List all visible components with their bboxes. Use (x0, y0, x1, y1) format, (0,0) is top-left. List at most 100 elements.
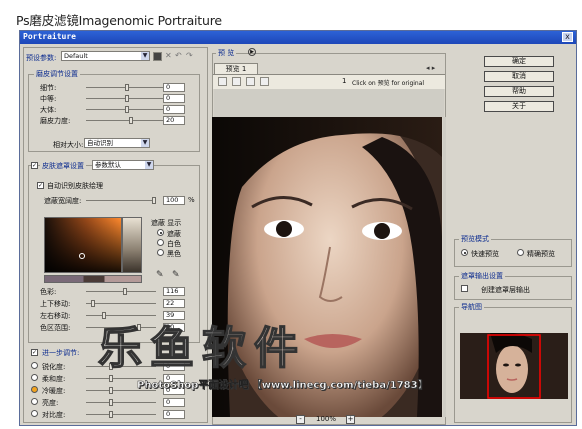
detail-row-slider-thumb[interactable] (129, 117, 133, 124)
enhance-row-value[interactable]: 0 (163, 398, 185, 407)
detail-row-slider-thumb[interactable] (124, 84, 129, 91)
latitude-label: 遮蔽宽阔度: (44, 197, 82, 205)
color-row-label: 上下移动: (40, 300, 71, 308)
mask-group-label: 皮肤遮罩设置 (40, 161, 86, 171)
watermark-url: PhotoShop平面设计吧 【www.linecg.com/tieba/178… (137, 380, 428, 391)
color-field[interactable] (44, 217, 122, 273)
enhance-row-label: 锐化度: (42, 363, 66, 371)
detail-row-value[interactable]: 20 (163, 116, 185, 125)
redo-icon[interactable]: ↷ (186, 51, 193, 60)
enhance-row-icon-2 (31, 386, 38, 393)
accurate-preview-label: 精确预览 (527, 250, 555, 258)
preview-group-label: 预 览 (216, 48, 237, 58)
eyedropper-icon[interactable]: ✎ (156, 270, 164, 280)
color-row-value[interactable]: 22 (163, 299, 185, 308)
latitude-value[interactable]: 100 (163, 196, 185, 205)
fast-preview-radio[interactable] (461, 249, 468, 256)
title-bar: Portraiture x (20, 31, 576, 44)
mask-view-icon[interactable] (260, 77, 269, 86)
play-icon[interactable]: ▶ (248, 48, 256, 56)
enhance-row-slider[interactable] (86, 414, 156, 415)
enhance-row-slider-thumb[interactable] (108, 375, 113, 382)
navigator-thumbnail[interactable] (460, 333, 568, 399)
navigator-label: 导航图 (459, 302, 484, 312)
mask-preview-radio[interactable] (157, 239, 164, 246)
preset-select[interactable]: Default ▼ (61, 51, 150, 61)
color-row-slider-thumb[interactable] (91, 300, 95, 307)
detail-row-slider-thumb[interactable] (124, 95, 129, 102)
color-row-label: 左右移动: (40, 312, 71, 320)
preview-hint: Click on 预览 for original (352, 80, 425, 87)
enhance-label: 进一步调节: (40, 348, 82, 358)
enhance-row-label: 冷暖度: (42, 387, 66, 395)
enhance-row-icon-1 (31, 374, 38, 381)
zoom-level: 100% (316, 415, 337, 423)
chevron-down-icon: ▼ (141, 139, 149, 147)
detail-row-slider-thumb[interactable] (124, 106, 129, 113)
preview-bg (214, 89, 444, 117)
save-icon[interactable] (153, 52, 162, 61)
color-row-slider[interactable] (86, 303, 156, 304)
enhance-row-icon-4 (31, 410, 38, 417)
color-row-label: 色区范围: (40, 324, 71, 332)
enhance-row-icon-3 (31, 398, 38, 405)
mask-preview-option: 遮蔽 (167, 230, 181, 238)
zoom-in-button[interactable]: + (346, 415, 355, 424)
dialog-button-2[interactable]: 帮助 (484, 86, 554, 97)
color-row-slider[interactable] (86, 291, 156, 292)
preview-mode-label: 预览模式 (459, 234, 491, 244)
enhance-row-slider-thumb[interactable] (108, 399, 113, 406)
split-vertical-icon[interactable] (246, 77, 255, 86)
latitude-slider[interactable] (86, 200, 156, 201)
chevron-down-icon: ▼ (145, 161, 153, 169)
enhance-row-slider-thumb[interactable] (108, 411, 113, 418)
tab-preview-1[interactable]: 预览 1 (214, 63, 258, 74)
mask-preset-value: 参数默认 (95, 161, 121, 169)
enhance-row-icon-0 (31, 362, 38, 369)
eyedropper-plus-icon[interactable]: ✎ (172, 270, 180, 280)
mask-preview-option: 黑色 (167, 250, 181, 258)
latitude-slider-thumb[interactable] (152, 197, 156, 204)
enhance-row-value[interactable]: 0 (163, 410, 185, 419)
auto-mask-checkbox[interactable]: ✓ (37, 182, 44, 189)
detail-row-value[interactable]: 0 (163, 94, 185, 103)
color-picker-marker[interactable] (79, 253, 85, 259)
detail-row-label: 中等: (40, 95, 57, 103)
color-range-bar (44, 275, 142, 283)
mask-preview-radio[interactable] (157, 229, 164, 236)
mask-preset-select[interactable]: 参数默认 ▼ (92, 160, 154, 170)
info-icon: 1 (342, 77, 347, 85)
detail-group-label: 磨皮调节设置 (34, 69, 80, 79)
close-button[interactable]: x (562, 32, 573, 42)
detail-row-label: 细节: (40, 84, 57, 92)
enhance-row-slider[interactable] (86, 402, 156, 403)
preview-scroll-edge (443, 117, 446, 417)
window-title: Portraiture (23, 32, 76, 41)
hue-strip[interactable] (122, 217, 142, 273)
enhance-checkbox[interactable]: ✓ (31, 349, 38, 356)
accurate-preview-radio[interactable] (517, 249, 524, 256)
enhance-row-label: 亮度: (42, 399, 59, 407)
zoom-out-button[interactable]: - (296, 415, 305, 424)
output-group-label: 遮罩输出设置 (459, 271, 505, 281)
split-horizontal-icon[interactable] (232, 77, 241, 86)
tab-scroll-arrows[interactable]: ◂ ▸ (426, 64, 435, 72)
mask-preview-option: 白色 (167, 240, 181, 248)
dialog-button-3[interactable]: 关于 (484, 101, 554, 112)
mask-preview-radio[interactable] (157, 249, 164, 256)
enhance-row-slider-thumb[interactable] (108, 387, 113, 394)
undo-icon[interactable]: ↶ (175, 51, 182, 60)
detail-row-value[interactable]: 0 (163, 105, 185, 114)
single-view-icon[interactable] (218, 77, 227, 86)
detail-row-label: 磨皮力度: (40, 117, 71, 125)
mask-group-checkbox[interactable]: ✓ (31, 162, 38, 169)
delete-icon[interactable]: ✕ (165, 51, 172, 60)
threshold-select[interactable]: 自动识别 ▼ (84, 138, 150, 148)
dialog-button-1[interactable]: 取消 (484, 71, 554, 82)
color-row-slider-thumb[interactable] (122, 288, 127, 295)
create-mask-label: 创建遮罩层输出 (481, 286, 530, 294)
create-mask-checkbox[interactable] (461, 285, 468, 292)
detail-row-value[interactable]: 0 (163, 83, 185, 92)
dialog-button-0[interactable]: 确定 (484, 56, 554, 67)
color-row-value[interactable]: 116 (163, 287, 185, 296)
